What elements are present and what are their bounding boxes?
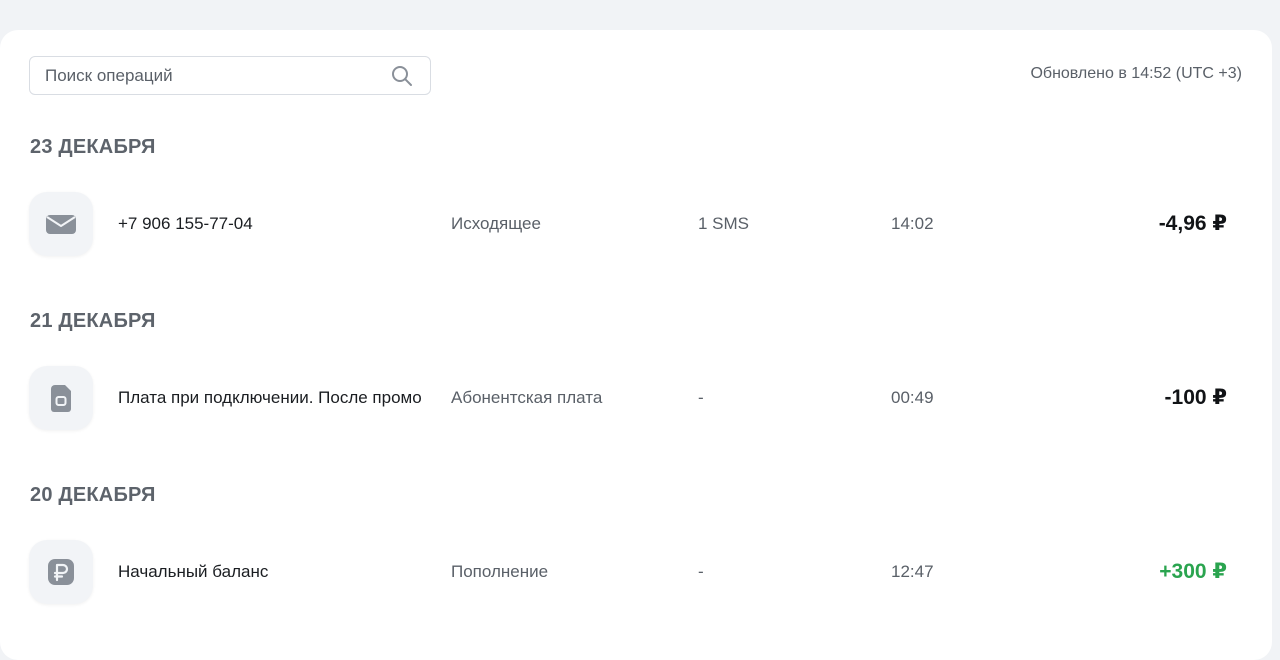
operation-icon-badge <box>29 366 93 430</box>
ruble-icon <box>48 559 74 585</box>
operation-type: Пополнение <box>451 562 549 581</box>
operation-quantity: - <box>698 388 704 407</box>
operation-type: Абонентская плата <box>451 388 603 407</box>
operation-row[interactable]: Плата при подключении. После промо Абоне… <box>0 366 1272 432</box>
operation-name: Плата при подключении. После промо <box>118 388 422 407</box>
sim-card-icon <box>51 385 71 412</box>
envelope-icon <box>46 215 76 234</box>
date-header: 23 ДЕКАБРЯ <box>30 136 156 158</box>
operation-name: +7 906 155-77-04 <box>118 214 253 233</box>
operation-amount: -4,96 ₽ <box>1158 212 1227 235</box>
operations-card: Обновлено в 14:52 (UTC +3) 23 ДЕКАБРЯ +7… <box>0 30 1272 660</box>
operation-quantity: - <box>698 562 704 581</box>
operation-amount: +300 ₽ <box>1159 560 1227 583</box>
date-header: 20 ДЕКАБРЯ <box>30 484 156 506</box>
search-input[interactable] <box>45 57 385 94</box>
operation-row[interactable]: Начальный баланс Пополнение - 12:47 +300… <box>0 540 1272 606</box>
updated-timestamp: Обновлено в 14:52 (UTC +3) <box>1030 65 1242 82</box>
search-box[interactable] <box>29 56 431 95</box>
date-header: 21 ДЕКАБРЯ <box>30 310 156 332</box>
operation-icon-badge <box>29 192 93 256</box>
operation-icon-badge <box>29 540 93 604</box>
operation-time: 14:02 <box>891 214 934 233</box>
search-icon[interactable] <box>391 65 413 87</box>
operation-amount: -100 ₽ <box>1164 386 1227 409</box>
operation-row[interactable]: +7 906 155-77-04 Исходящее 1 SMS 14:02 -… <box>0 192 1272 258</box>
operation-time: 00:49 <box>891 388 934 407</box>
operation-type: Исходящее <box>451 214 541 233</box>
operation-time: 12:47 <box>891 562 934 581</box>
operation-name: Начальный баланс <box>118 562 269 581</box>
operation-quantity: 1 SMS <box>698 214 750 233</box>
